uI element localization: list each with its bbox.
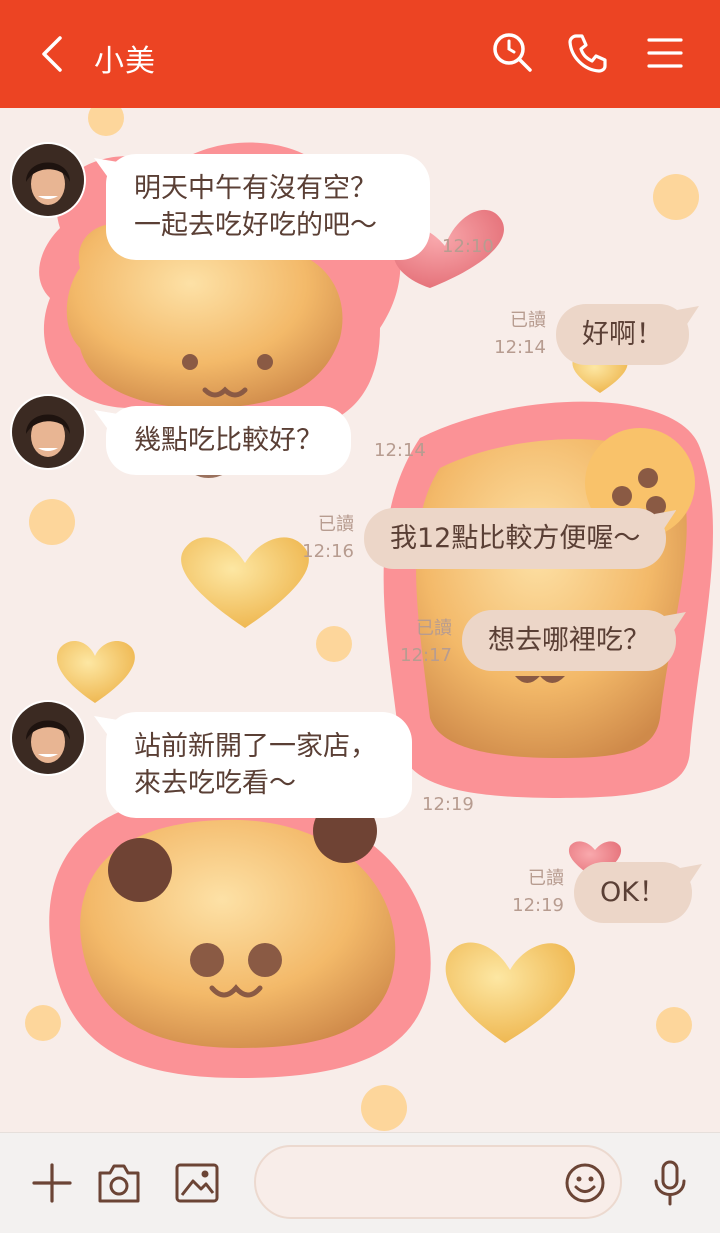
message-bubble-outgoing[interactable]: 想去哪裡吃？ bbox=[462, 610, 676, 671]
message-text: 幾點吃比較好？ bbox=[134, 425, 323, 456]
avatar-photo-icon bbox=[12, 396, 84, 468]
message-time: 12:14 bbox=[494, 337, 546, 358]
message-bubble-incoming[interactable]: 幾點吃比較好？ bbox=[106, 406, 351, 475]
message-time: 12:19 bbox=[512, 895, 564, 916]
message-bubble-outgoing[interactable]: OK！ bbox=[574, 862, 692, 923]
chat-header: 小美 bbox=[0, 0, 720, 108]
message-text: OK！ bbox=[600, 877, 666, 908]
read-receipt: 已讀 bbox=[416, 618, 452, 639]
message-text: 想去哪裡吃？ bbox=[488, 625, 650, 656]
message-time: 12:17 bbox=[400, 645, 452, 666]
message-time: 12:19 bbox=[422, 794, 474, 815]
avatar-photo-icon bbox=[12, 702, 84, 774]
microphone-icon[interactable] bbox=[650, 1159, 690, 1207]
message-time: 12:14 bbox=[374, 440, 426, 461]
message-time: 12:10 bbox=[442, 236, 494, 257]
avatar-photo-icon bbox=[12, 144, 84, 216]
chat-area[interactable]: 明天中午有沒有空？ 一起去吃好吃的吧～ 12:10 已讀 12:14 好啊！ 幾… bbox=[0, 108, 720, 1132]
read-receipt: 已讀 bbox=[528, 868, 564, 889]
message-bubble-outgoing[interactable]: 好啊！ bbox=[556, 304, 689, 365]
message-composer bbox=[0, 1132, 720, 1233]
message-time: 12:16 bbox=[302, 541, 354, 562]
message-text: 一起去吃好吃的吧～ bbox=[134, 210, 377, 241]
image-icon[interactable] bbox=[174, 1161, 220, 1205]
message-bubble-incoming[interactable]: 明天中午有沒有空？ 一起去吃好吃的吧～ bbox=[106, 154, 430, 260]
back-arrow-icon[interactable] bbox=[34, 34, 74, 74]
menu-icon[interactable] bbox=[642, 30, 688, 76]
message-bubble-incoming[interactable]: 站前新開了一家店， 來去吃吃看～ bbox=[106, 712, 412, 818]
message-text: 來去吃吃看～ bbox=[134, 768, 296, 799]
message-text: 我12點比較方便喔～ bbox=[390, 523, 641, 554]
message-text: 好啊！ bbox=[582, 319, 663, 350]
message-input[interactable] bbox=[254, 1145, 622, 1219]
chat-title: 小美 bbox=[94, 44, 156, 79]
contact-avatar[interactable] bbox=[12, 396, 84, 468]
phone-icon[interactable] bbox=[564, 30, 610, 76]
read-receipt: 已讀 bbox=[318, 514, 354, 535]
camera-icon[interactable] bbox=[96, 1161, 142, 1205]
read-receipt: 已讀 bbox=[510, 310, 546, 331]
message-text: 站前新開了一家店， bbox=[134, 731, 377, 762]
contact-avatar[interactable] bbox=[12, 144, 84, 216]
search-icon[interactable] bbox=[490, 30, 536, 76]
contact-avatar[interactable] bbox=[12, 702, 84, 774]
message-bubble-outgoing[interactable]: 我12點比較方便喔～ bbox=[364, 508, 667, 569]
message-text: 明天中午有沒有空？ bbox=[134, 173, 377, 204]
emoji-icon[interactable] bbox=[564, 1162, 606, 1204]
plus-icon[interactable] bbox=[30, 1161, 74, 1205]
